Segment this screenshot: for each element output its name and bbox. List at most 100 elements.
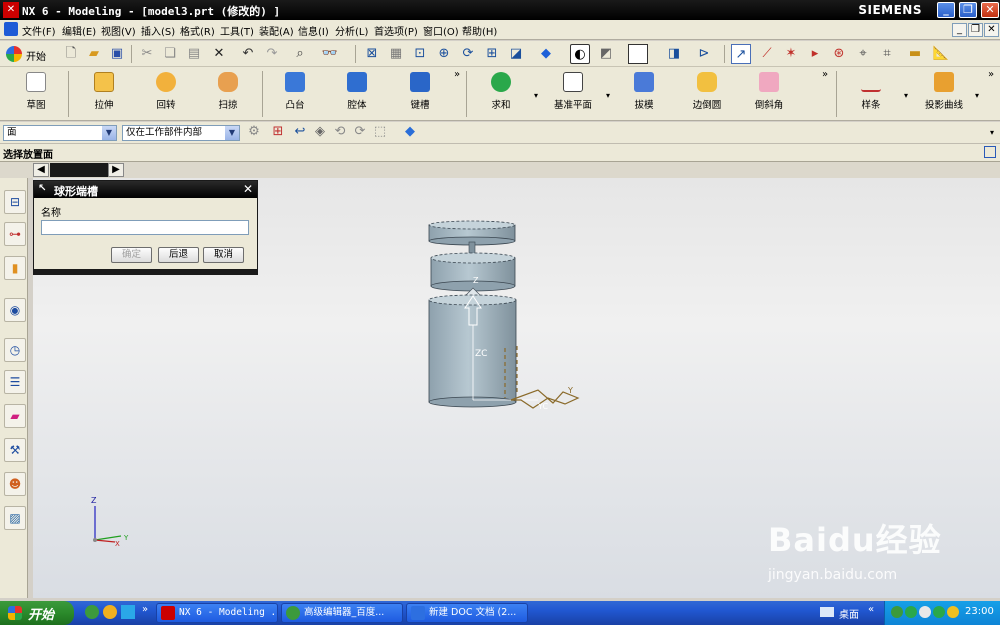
roles-icon[interactable]: ☻ — [4, 472, 26, 496]
spline-dropdown-icon[interactable]: ▾ — [904, 91, 908, 100]
menu-tools[interactable]: 工具(T) — [220, 23, 254, 38]
datum-plane-button[interactable]: 基准平面 — [543, 69, 603, 119]
pan-icon[interactable]: ⊞ — [482, 44, 502, 64]
system-scenes-icon[interactable]: ▨ — [4, 506, 26, 530]
taskbar-item-doc[interactable]: 新建 DOC 文档 (2... — [406, 603, 528, 623]
menu-information[interactable]: 信息(I) — [298, 23, 329, 38]
menu-edit[interactable]: 编辑(E) — [62, 23, 96, 38]
copy-icon[interactable]: ❏ — [160, 44, 180, 64]
dialog-pin-icon[interactable]: ↖ — [38, 183, 46, 194]
render-style-icon[interactable]: ◐ — [570, 44, 590, 64]
scroll-left-icon[interactable]: ◀ — [33, 163, 49, 177]
type-filter-select[interactable]: 面 ▼ — [3, 125, 117, 141]
selection-scope-select[interactable]: 仅在工作部件内部 ▼ — [122, 125, 240, 141]
visualization-icon[interactable]: ▰ — [4, 404, 26, 428]
assembly-navigator-icon[interactable]: ⊟ — [4, 190, 26, 214]
zoom-in-out-icon[interactable]: ⊕ — [434, 44, 454, 64]
face-rule-icon[interactable]: ◈ — [310, 122, 330, 142]
unite-button[interactable]: 求和 — [471, 69, 531, 119]
minimize-button[interactable]: _ — [937, 2, 955, 18]
start-button[interactable]: 开始 — [0, 601, 74, 625]
wcs-icon[interactable]: ⊳ — [694, 44, 714, 64]
perspective-icon[interactable]: ◪ — [506, 44, 526, 64]
desktop-toolbar-icon[interactable] — [820, 607, 834, 617]
section-view-icon[interactable]: ◨ — [664, 44, 684, 64]
rectangle-select-icon[interactable]: ⬚ — [370, 122, 390, 142]
snap-point-icon[interactable]: ↗ — [731, 44, 751, 64]
menu-insert[interactable]: 插入(S) — [141, 23, 175, 38]
save-icon[interactable]: ▣ — [107, 44, 127, 64]
menu-file[interactable]: 文件(F) — [22, 23, 56, 38]
boss-button[interactable]: 凸台 — [265, 69, 325, 119]
project-curve-dropdown-icon[interactable]: ▾ — [975, 91, 979, 100]
pocket-button[interactable]: 腔体 — [327, 69, 387, 119]
paste-icon[interactable]: ▤ — [184, 44, 204, 64]
process-studio-icon[interactable]: ⚒ — [4, 438, 26, 462]
open-folder-icon[interactable]: ▰ — [84, 44, 104, 64]
tray-network-icon[interactable] — [891, 606, 903, 618]
desktop-label[interactable]: 桌面 — [839, 606, 859, 621]
mdi-restore-button[interactable]: ❐ — [968, 23, 983, 37]
toolbar-overflow-button[interactable]: » — [822, 69, 828, 80]
feature-face-icon[interactable]: ⟲ — [330, 122, 350, 142]
menu-help[interactable]: 帮助(H) — [462, 23, 497, 38]
midpoint-snap-icon[interactable]: ✶ — [781, 44, 801, 64]
edge-blend-button[interactable]: 边倒圆 — [677, 69, 737, 119]
redo-icon[interactable]: ↷ — [262, 44, 282, 64]
curve-rule-icon[interactable]: ↩ — [290, 122, 310, 142]
measure-distance-icon[interactable]: ▬ — [905, 44, 925, 64]
menu-window[interactable]: 窗口(O) — [423, 23, 459, 38]
slot-button[interactable]: 键槽 — [390, 69, 450, 119]
mdi-close-button[interactable]: ✕ — [984, 23, 999, 37]
quicklaunch-app-icon[interactable] — [103, 605, 117, 619]
zoom-icon[interactable]: ⊡ — [410, 44, 430, 64]
app-menu-icon[interactable] — [4, 22, 18, 36]
tray-security-icon[interactable] — [933, 606, 945, 618]
rotate-icon[interactable]: ⟳ — [458, 44, 478, 64]
background-color-icon[interactable] — [628, 44, 648, 64]
select-solid-icon[interactable]: ◆ — [400, 122, 420, 142]
datum-dropdown-icon[interactable]: ▾ — [606, 91, 610, 100]
part-navigator-icon[interactable]: ▮ — [4, 256, 26, 280]
dialog-close-icon[interactable]: ✕ — [243, 182, 253, 196]
name-input[interactable] — [41, 220, 249, 235]
general-selection-icon[interactable]: ⚙ — [244, 122, 264, 142]
cancel-button[interactable]: 取消 — [203, 247, 244, 263]
tray-expand-icon[interactable]: « — [868, 604, 874, 615]
chevron-down-icon[interactable]: ▾ — [990, 128, 994, 137]
constraint-navigator-icon[interactable]: ⊶ — [4, 222, 26, 246]
reuse-library-icon[interactable]: ◉ — [4, 298, 26, 322]
endpoint-snap-icon[interactable]: ⟋ — [757, 44, 777, 64]
taskbar-item-editor[interactable]: 高级编辑器_百度... — [281, 603, 403, 623]
menu-format[interactable]: 格式(R) — [180, 23, 215, 38]
sketch-button[interactable]: 草图 — [6, 69, 66, 119]
ok-button[interactable]: 确定 — [111, 247, 152, 263]
delete-icon[interactable]: ✕ — [209, 44, 229, 64]
scroll-right-icon[interactable]: ▶ — [108, 163, 124, 177]
body-face-icon[interactable]: ⟳ — [350, 122, 370, 142]
quicklaunch-ie-icon[interactable] — [85, 605, 99, 619]
measure-angle-icon[interactable]: 📐 — [931, 44, 951, 64]
quadrant-snap-icon[interactable]: ⌗ — [877, 44, 897, 64]
menu-preferences[interactable]: 首选项(P) — [374, 23, 418, 38]
orient-view-icon[interactable]: ◆ — [536, 44, 556, 64]
menu-view[interactable]: 视图(V) — [101, 23, 136, 38]
command-finder-icon[interactable]: ⌕ — [290, 44, 310, 64]
arc-center-snap-icon[interactable]: ⌖ — [853, 44, 873, 64]
start-menu-button[interactable]: 开始 — [4, 44, 58, 64]
toolbar-overflow-button[interactable]: » — [988, 69, 994, 80]
close-button[interactable]: ✕ — [981, 2, 999, 18]
tray-volume-icon[interactable] — [919, 606, 931, 618]
cut-icon[interactable]: ✂ — [137, 44, 157, 64]
face-analysis-icon[interactable]: ◩ — [596, 44, 616, 64]
part-tab[interactable] — [50, 163, 108, 177]
undo-icon[interactable]: ↶ — [238, 44, 258, 64]
unite-dropdown-icon[interactable]: ▾ — [534, 91, 538, 100]
quicklaunch-more-icon[interactable]: » — [142, 604, 148, 615]
selection-filter-icon[interactable]: 👓 — [320, 44, 340, 64]
chamfer-button[interactable]: 倒斜角 — [739, 69, 799, 119]
taskbar-item-nx[interactable]: NX 6 - Modeling ... — [156, 603, 278, 623]
fit-view-icon[interactable]: ⊠ — [362, 44, 382, 64]
menu-analysis[interactable]: 分析(L) — [335, 23, 368, 38]
revolve-button[interactable]: 回转 — [136, 69, 196, 119]
